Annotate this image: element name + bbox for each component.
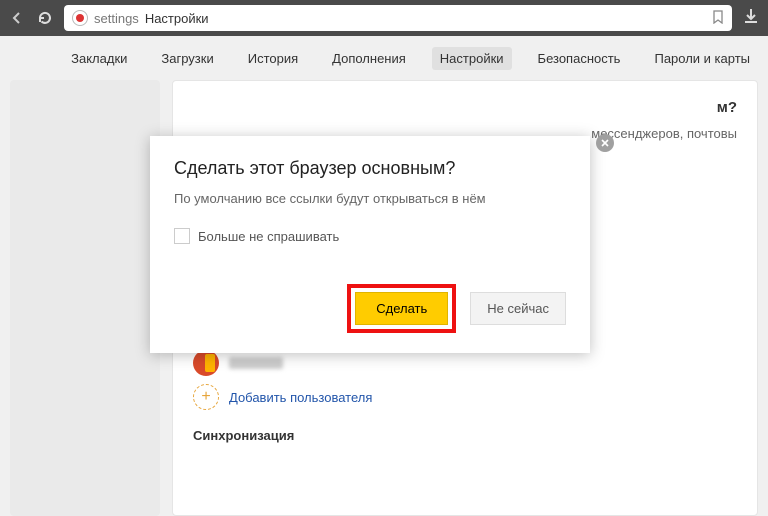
bookmark-icon[interactable] bbox=[712, 10, 724, 27]
dont-ask-row[interactable]: Больше не спрашивать bbox=[174, 228, 566, 244]
default-browser-dialog: Сделать этот браузер основным? По умолча… bbox=[150, 136, 590, 353]
browser-toolbar: settings Настройки bbox=[0, 0, 768, 36]
confirm-button[interactable]: Сделать bbox=[355, 292, 448, 325]
url-host: settings bbox=[94, 11, 139, 26]
close-icon[interactable] bbox=[596, 134, 614, 152]
dialog-body: По умолчанию все ссылки будут открыватьс… bbox=[174, 191, 566, 206]
site-icon bbox=[72, 10, 88, 26]
content-area: Закладки Загрузки История Дополнения Нас… bbox=[0, 36, 768, 516]
dialog-buttons: Сделать Не сейчас bbox=[174, 284, 566, 333]
highlight-frame: Сделать bbox=[347, 284, 456, 333]
dont-ask-label: Больше не спрашивать bbox=[198, 229, 339, 244]
back-icon[interactable] bbox=[8, 9, 26, 27]
downloads-icon[interactable] bbox=[742, 7, 760, 30]
dialog-title: Сделать этот браузер основным? bbox=[174, 158, 566, 179]
url-path: Настройки bbox=[145, 11, 209, 26]
dont-ask-checkbox[interactable] bbox=[174, 228, 190, 244]
cancel-button[interactable]: Не сейчас bbox=[470, 292, 566, 325]
address-bar[interactable]: settings Настройки bbox=[64, 5, 732, 31]
reload-icon[interactable] bbox=[36, 9, 54, 27]
